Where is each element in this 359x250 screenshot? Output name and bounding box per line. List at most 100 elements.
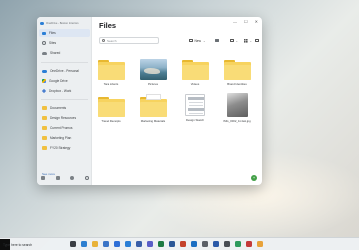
file-name: Marketing Materials — [140, 119, 166, 123]
window-controls: — ☐ ✕ — [233, 19, 258, 24]
file-item[interactable]: Videos — [180, 60, 210, 86]
file-item[interactable]: Pictures — [138, 59, 168, 86]
sidebar-item-onedrive-personal[interactable]: OneDrive - Personal — [39, 67, 90, 75]
page-title: Files — [99, 21, 117, 30]
file-item[interactable]: IMG_0002_11.fast.jpg — [222, 93, 252, 123]
dropbox-icon — [41, 88, 47, 94]
onedrive-window: OneDrive - Boston Interiors Files Sites … — [37, 17, 262, 185]
folder-icon — [42, 146, 47, 150]
account-title: OneDrive - Boston Interiors — [46, 21, 79, 25]
folder-icon — [42, 126, 47, 130]
details-pane-icon — [255, 38, 259, 43]
account-header[interactable]: OneDrive - Boston Interiors — [40, 20, 90, 26]
sort-icon — [230, 38, 234, 43]
sidebar-folder-marketing-plan[interactable]: Marketing Plan — [39, 134, 90, 142]
sidebar-item-label: Google Drive — [49, 79, 68, 83]
folder-icon — [97, 60, 125, 80]
taskbar-search-input[interactable] — [3, 242, 65, 247]
new-button[interactable]: New — [189, 37, 201, 44]
file-item[interactable]: Marketing Materials — [138, 94, 168, 123]
sidebar-item-shared[interactable]: Shared — [39, 49, 90, 57]
sort-button[interactable]: ⌄ — [230, 37, 238, 44]
file-item[interactable]: Design Sketch — [180, 94, 210, 122]
teams-icon[interactable] — [147, 241, 153, 247]
download-icon[interactable] — [41, 176, 45, 180]
photos-icon[interactable] — [136, 241, 142, 247]
divider — [41, 99, 88, 100]
sidebar: OneDrive - Boston Interiors Files Sites … — [37, 17, 92, 185]
cloud-icon — [40, 21, 44, 25]
weather-icon[interactable] — [257, 241, 263, 247]
store-icon[interactable] — [103, 241, 109, 247]
new-folder-icon — [189, 39, 193, 42]
sidebar-bottom-bar — [41, 175, 89, 181]
taskbar — [0, 237, 359, 250]
maximize-button[interactable]: ☐ — [244, 19, 248, 24]
new-dropdown[interactable]: ⌄ — [203, 37, 206, 44]
search-input[interactable] — [107, 38, 157, 43]
sidebar-item-label: Shared — [50, 51, 61, 55]
details-pane-button[interactable] — [255, 37, 259, 44]
minimize-button[interactable]: — — [233, 19, 237, 24]
folder-icon — [42, 136, 47, 140]
calculator-icon[interactable] — [224, 241, 230, 247]
sidebar-item-label: Sites — [49, 41, 57, 45]
image-thumbnail — [226, 93, 248, 117]
share-button[interactable] — [215, 37, 219, 44]
close-button[interactable]: ✕ — [255, 19, 258, 24]
folder-icon — [42, 106, 47, 110]
news-icon[interactable] — [246, 241, 252, 247]
view-button[interactable]: ⌄ — [244, 37, 252, 44]
file-name: IMG_0002_11.fast.jpg — [223, 119, 251, 123]
maps-icon[interactable] — [235, 241, 241, 247]
taskbar-search[interactable] — [3, 241, 67, 248]
file-item[interactable]: Tara Liberts — [96, 60, 126, 86]
task-view-icon[interactable] — [70, 241, 76, 247]
sidebar-folder-design-resources[interactable]: Design Resources — [39, 114, 90, 122]
edge-icon[interactable] — [81, 241, 87, 247]
settings-icon[interactable] — [202, 241, 208, 247]
sidebar-item-label: Files — [49, 31, 56, 35]
sidebar-item-label: Design Resources — [50, 116, 77, 120]
account-icon[interactable] — [70, 176, 75, 180]
file-item[interactable]: Brand Identities — [222, 60, 252, 86]
sidebar-item-files[interactable]: Files — [39, 29, 90, 37]
trash-icon[interactable] — [55, 176, 60, 180]
document-icon — [185, 94, 205, 116]
sidebar-folder-current-promos[interactable]: Current Promos — [39, 124, 90, 132]
file-name: Design Sketch — [185, 118, 205, 122]
chevron-down-icon: ⌄ — [249, 38, 253, 43]
file-name: Videos — [190, 82, 200, 86]
recent-icon — [42, 41, 46, 45]
sidebar-folder-fy20-strategy[interactable]: FY20 Strategy — [39, 144, 90, 152]
folder-icon — [181, 60, 209, 80]
file-item[interactable]: Travel Receipts — [96, 97, 126, 123]
explorer-icon[interactable] — [92, 241, 98, 247]
add-button[interactable]: + — [251, 175, 257, 181]
search-box[interactable] — [99, 37, 159, 44]
sidebar-item-label: Current Promos — [50, 126, 73, 130]
word-icon[interactable] — [169, 241, 175, 247]
settings-icon[interactable] — [84, 176, 89, 180]
chevron-down-icon: ⌄ — [203, 38, 206, 43]
excel-icon[interactable] — [158, 241, 164, 247]
mail-icon[interactable] — [114, 241, 120, 247]
sidebar-item-dropbox[interactable]: Dropbox - Work — [39, 87, 90, 95]
calendar-icon[interactable] — [213, 241, 219, 247]
outlook-icon[interactable] — [191, 241, 197, 247]
powerpoint-icon[interactable] — [180, 241, 186, 247]
search-icon — [102, 39, 105, 42]
chevron-down-icon: ⌄ — [235, 38, 239, 43]
file-name: Pictures — [147, 82, 159, 86]
file-name: Brand Identities — [227, 82, 247, 86]
sidebar-item-sites[interactable]: Sites — [39, 39, 90, 47]
photo-folder-icon — [139, 59, 167, 80]
sidebar-folder-documents[interactable]: Documents — [39, 104, 90, 112]
file-name: Tara Liberts — [103, 82, 119, 86]
sidebar-item-google-drive[interactable]: Google Drive — [39, 77, 90, 85]
file-name: Travel Receipts — [101, 119, 121, 123]
folder-icon — [223, 60, 251, 80]
main-panel: — ☐ ✕ Files New ⌄ ⌄ ⌄ — [93, 17, 262, 185]
onedrive-icon[interactable] — [125, 241, 131, 247]
google-drive-icon — [42, 79, 46, 83]
